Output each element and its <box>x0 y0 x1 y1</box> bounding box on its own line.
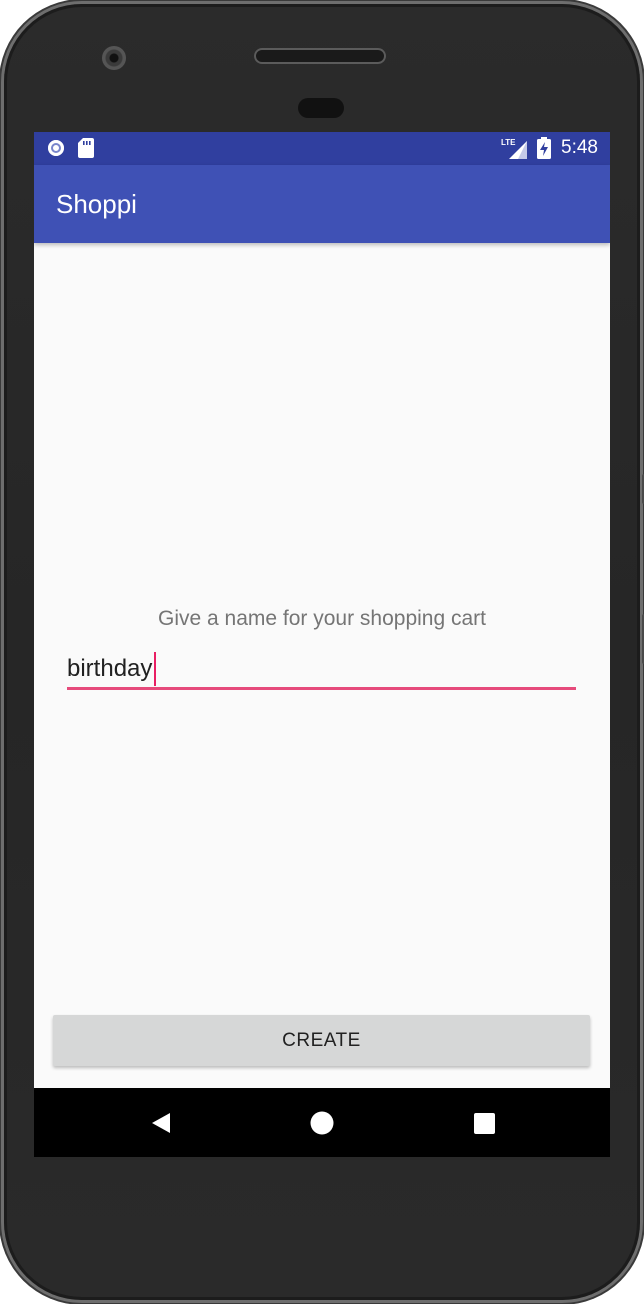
earpiece-speaker <box>254 48 386 64</box>
cart-name-input[interactable]: birthday <box>67 648 576 690</box>
home-icon[interactable] <box>309 1110 335 1136</box>
lte-signal-icon: LTE <box>501 138 528 159</box>
status-time: 5:48 <box>561 137 598 158</box>
lte-label: LTE <box>501 138 516 147</box>
proximity-sensor <box>298 98 344 118</box>
screen: LTE 5:48 Shoppi Give a name for your sho… <box>34 132 610 1157</box>
battery-charging-icon <box>537 137 552 159</box>
navigation-bar <box>34 1088 610 1157</box>
recents-icon[interactable] <box>471 1110 497 1136</box>
cart-name-prompt: Give a name for your shopping cart <box>157 607 486 630</box>
input-underline <box>67 687 576 690</box>
cart-name-value: birthday <box>67 655 153 682</box>
notification-dot-icon <box>48 140 64 156</box>
text-cursor <box>154 652 157 686</box>
back-icon[interactable] <box>148 1110 174 1136</box>
status-bar: LTE 5:48 <box>34 132 610 165</box>
app-title: Shoppi <box>56 189 137 219</box>
create-button[interactable]: CREATE <box>53 1015 590 1066</box>
app-bar: Shoppi <box>34 165 610 243</box>
sd-card-icon <box>78 138 94 158</box>
front-camera <box>102 46 126 70</box>
